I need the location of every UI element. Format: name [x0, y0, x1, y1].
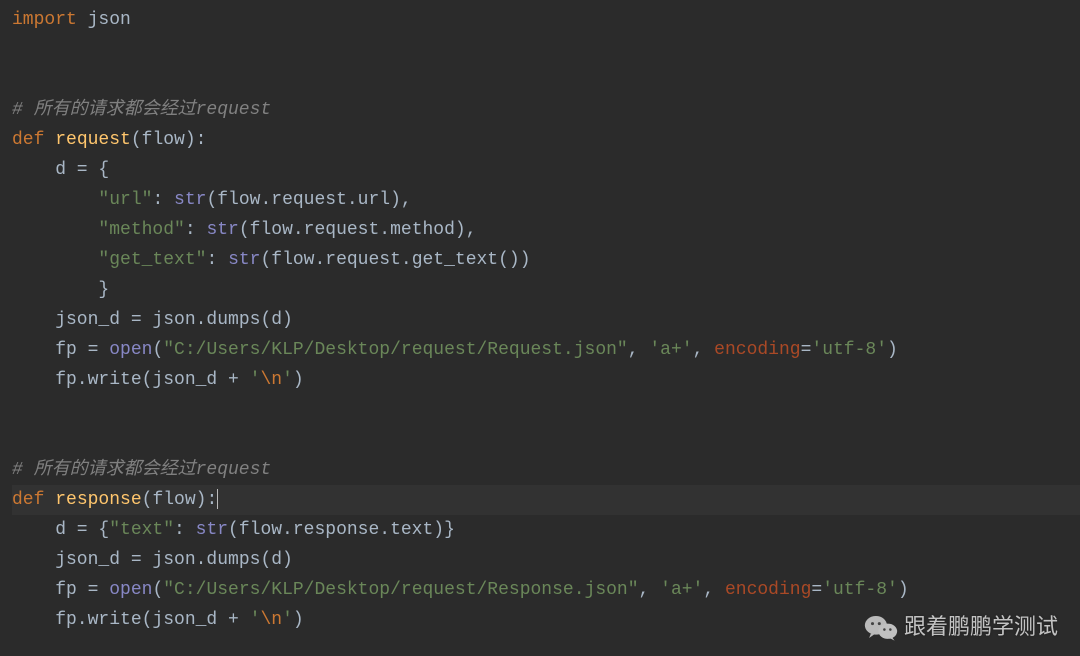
code-token: , — [639, 580, 661, 600]
code-token: , — [703, 580, 725, 600]
code-line[interactable]: json_d = json.dumps(d) — [12, 305, 1080, 335]
text-cursor — [217, 489, 218, 509]
code-token: fp.write(json_d + — [12, 370, 250, 390]
code-token: ' — [250, 370, 261, 390]
code-token: , — [693, 340, 715, 360]
code-token: json_d = json.dumps(d) — [12, 550, 293, 570]
code-line[interactable]: fp = open("C:/Users/KLP/Desktop/request/… — [12, 335, 1080, 365]
code-token — [12, 250, 98, 270]
code-token: "text" — [109, 520, 174, 540]
code-token — [12, 190, 98, 210]
code-token: : — [206, 250, 228, 270]
code-token: : — [152, 190, 174, 210]
code-line[interactable] — [12, 35, 1080, 65]
code-token: (flow): — [142, 490, 218, 510]
code-token: "get_text" — [98, 250, 206, 270]
code-line[interactable]: def response(flow): — [12, 485, 1080, 515]
code-token: (flow.request.method), — [239, 220, 477, 240]
code-token: d = { — [12, 160, 109, 180]
code-token: str — [196, 520, 228, 540]
code-token: 'utf-8' — [822, 580, 898, 600]
code-token: def — [12, 490, 55, 510]
code-line[interactable]: d = {"text": str(flow.response.text)} — [12, 515, 1080, 545]
code-token: str — [228, 250, 260, 270]
watermark: 跟着鹏鹏学测试 — [864, 612, 1058, 642]
code-token: d = { — [12, 520, 109, 540]
code-token: 'a+' — [660, 580, 703, 600]
code-token: (flow.request.get_text()) — [260, 250, 530, 270]
code-token: encoding — [714, 340, 800, 360]
code-line[interactable]: def request(flow): — [12, 125, 1080, 155]
code-line[interactable]: "url": str(flow.request.url), — [12, 185, 1080, 215]
code-token: 'a+' — [649, 340, 692, 360]
code-token: ' — [250, 610, 261, 630]
code-token: ( — [152, 580, 163, 600]
code-token: # 所有的请求都会经过request — [12, 100, 271, 120]
code-token: ) — [293, 610, 304, 630]
code-token: response — [55, 490, 141, 510]
code-token: ) — [898, 580, 909, 600]
code-token: = — [801, 340, 812, 360]
code-token: import — [12, 10, 88, 30]
code-token: encoding — [725, 580, 811, 600]
code-token: , — [628, 340, 650, 360]
code-token: str — [174, 190, 206, 210]
code-token: ' — [282, 370, 293, 390]
code-token: open — [109, 340, 152, 360]
code-token: open — [109, 580, 152, 600]
code-token: ) — [887, 340, 898, 360]
code-token: fp = — [12, 340, 109, 360]
code-token: def — [12, 130, 55, 150]
code-line[interactable]: d = { — [12, 155, 1080, 185]
code-token: fp = — [12, 580, 109, 600]
code-token: : — [174, 520, 196, 540]
code-token: "C:/Users/KLP/Desktop/request/Request.js… — [163, 340, 627, 360]
code-line[interactable]: fp = open("C:/Users/KLP/Desktop/request/… — [12, 575, 1080, 605]
code-token: 'utf-8' — [811, 340, 887, 360]
code-token: # 所有的请求都会经过request — [12, 460, 271, 480]
code-token: \n — [260, 370, 282, 390]
code-token: fp.write(json_d + — [12, 610, 250, 630]
code-line[interactable]: # 所有的请求都会经过request — [12, 95, 1080, 125]
code-token: str — [206, 220, 238, 240]
code-token: ' — [282, 610, 293, 630]
code-line[interactable]: "method": str(flow.request.method), — [12, 215, 1080, 245]
code-line[interactable]: fp.write(json_d + '\n') — [12, 365, 1080, 395]
code-token: (flow.response.text)} — [228, 520, 455, 540]
code-line[interactable]: import json — [12, 5, 1080, 35]
code-token: json_d = json.dumps(d) — [12, 310, 293, 330]
code-token: "method" — [98, 220, 184, 240]
code-token: json — [88, 10, 131, 30]
code-editor[interactable]: import json # 所有的请求都会经过request def reques… — [0, 5, 1080, 635]
code-token: request — [55, 130, 131, 150]
code-line[interactable]: json_d = json.dumps(d) — [12, 545, 1080, 575]
code-token: "url" — [98, 190, 152, 210]
code-line[interactable] — [12, 65, 1080, 95]
code-token — [12, 220, 98, 240]
code-token: = — [811, 580, 822, 600]
code-token: : — [185, 220, 207, 240]
code-token: ( — [152, 340, 163, 360]
code-line[interactable]: "get_text": str(flow.request.get_text()) — [12, 245, 1080, 275]
code-token: \n — [260, 610, 282, 630]
code-line[interactable]: } — [12, 275, 1080, 305]
code-line[interactable]: # 所有的请求都会经过request — [12, 455, 1080, 485]
code-line[interactable] — [12, 395, 1080, 425]
code-token: (flow.request.url), — [206, 190, 411, 210]
code-token: "C:/Users/KLP/Desktop/request/Response.j… — [163, 580, 638, 600]
wechat-icon — [864, 613, 898, 641]
watermark-text: 跟着鹏鹏学测试 — [904, 612, 1058, 642]
code-line[interactable] — [12, 425, 1080, 455]
code-token: (flow): — [131, 130, 207, 150]
code-token: ) — [293, 370, 304, 390]
code-token: } — [12, 280, 109, 300]
